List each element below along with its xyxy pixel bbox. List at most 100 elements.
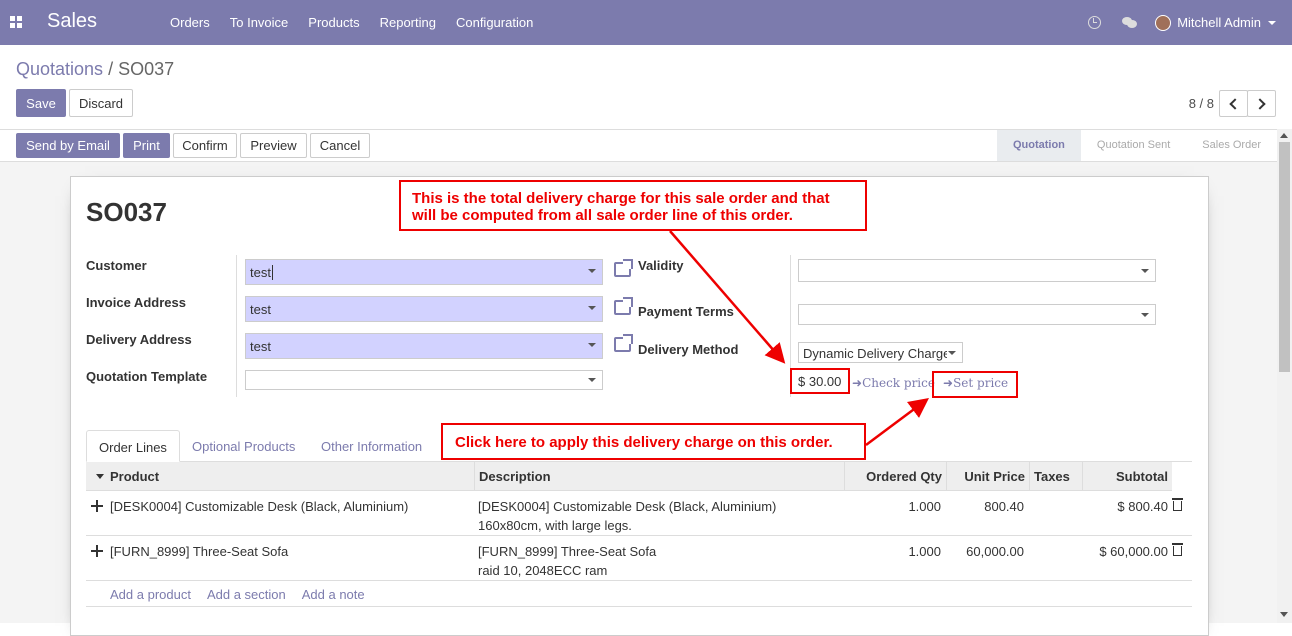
invoice-address-field[interactable]: test bbox=[245, 296, 603, 322]
row-description-extra: 160x80cm, with large legs. bbox=[478, 518, 632, 533]
dropdown-caret-icon bbox=[588, 343, 596, 347]
user-menu-caret-icon[interactable] bbox=[1268, 20, 1276, 25]
table-row[interactable]: [FURN_8999] Three-Seat Sofa [FURN_8999] … bbox=[86, 536, 1192, 581]
user-avatar[interactable] bbox=[1155, 14, 1172, 31]
send-by-email-button[interactable]: Send by Email bbox=[16, 133, 120, 158]
status-quotation[interactable]: Quotation bbox=[996, 130, 1081, 161]
scroll-up-arrow-icon[interactable] bbox=[1280, 133, 1288, 138]
divider bbox=[236, 255, 237, 397]
table-row[interactable]: [DESK0004] Customizable Desk (Black, Alu… bbox=[86, 491, 1192, 536]
menu-configuration[interactable]: Configuration bbox=[446, 15, 543, 30]
menu-to-invoice[interactable]: To Invoice bbox=[220, 15, 299, 30]
payment-terms-field[interactable] bbox=[798, 304, 1156, 325]
external-link-icon[interactable] bbox=[614, 297, 633, 315]
status-sales-order[interactable]: Sales Order bbox=[1186, 130, 1277, 161]
delivery-address-value: test bbox=[250, 339, 271, 354]
validity-field[interactable] bbox=[798, 259, 1156, 282]
tab-optional-products[interactable]: Optional Products bbox=[180, 430, 307, 462]
column-unit-price[interactable]: Unit Price bbox=[946, 462, 1029, 491]
delivery-price-value: $ 30.00 bbox=[790, 368, 850, 394]
add-note-link[interactable]: Add a note bbox=[302, 587, 365, 602]
breadcrumb-separator: / bbox=[108, 59, 114, 79]
activity-clock-icon[interactable] bbox=[1088, 16, 1102, 29]
delivery-address-label: Delivery Address bbox=[86, 332, 192, 347]
validity-label: Validity bbox=[638, 258, 684, 273]
add-links: Add a product Add a section Add a note bbox=[110, 587, 365, 602]
chevron-right-icon bbox=[1254, 97, 1266, 110]
breadcrumb-quotations[interactable]: Quotations bbox=[16, 59, 103, 79]
dropdown-caret-icon bbox=[948, 351, 956, 355]
preview-button[interactable]: Preview bbox=[240, 133, 307, 158]
row-description: [FURN_8999] Three-Seat Sofa bbox=[478, 544, 657, 559]
drag-handle-icon[interactable] bbox=[91, 545, 103, 557]
menu-reporting[interactable]: Reporting bbox=[370, 15, 446, 30]
messaging-chat-icon[interactable] bbox=[1122, 16, 1138, 29]
app-name: Sales bbox=[47, 10, 98, 32]
customer-field[interactable]: test bbox=[245, 259, 603, 285]
row-description-extra: raid 10, 2048ECC ram bbox=[478, 563, 608, 578]
scrollbar-thumb[interactable] bbox=[1279, 142, 1290, 372]
pager-value: 8 / 8 bbox=[1188, 96, 1214, 111]
delivery-method-label: Delivery Method bbox=[638, 342, 739, 357]
sort-caret-icon[interactable] bbox=[96, 474, 104, 479]
scroll-down-arrow-icon[interactable] bbox=[1280, 612, 1288, 617]
delivery-method-select[interactable]: Dynamic Delivery Charge bbox=[798, 342, 963, 363]
add-product-link[interactable]: Add a product bbox=[110, 587, 191, 602]
row-qty: 1.000 bbox=[908, 499, 941, 514]
invoice-address-value: test bbox=[250, 302, 271, 317]
discard-button[interactable]: Discard bbox=[69, 89, 133, 117]
user-name[interactable]: Mitchell Admin bbox=[1177, 15, 1261, 30]
dropdown-caret-icon bbox=[1141, 313, 1149, 317]
check-price-label: Check price bbox=[862, 376, 935, 390]
delete-trash-icon[interactable] bbox=[1172, 543, 1183, 556]
order-lines-header: Product Description Ordered Qty Unit Pri… bbox=[86, 462, 1172, 491]
column-taxes[interactable]: Taxes bbox=[1029, 462, 1082, 491]
breadcrumb: Quotations / SO037 bbox=[16, 59, 174, 80]
top-navbar: Sales Orders To Invoice Products Reporti… bbox=[0, 0, 1292, 45]
main-menu: Orders To Invoice Products Reporting Con… bbox=[160, 0, 543, 45]
confirm-button[interactable]: Confirm bbox=[173, 133, 237, 158]
menu-orders[interactable]: Orders bbox=[160, 15, 220, 30]
dropdown-caret-icon bbox=[588, 378, 596, 382]
column-product[interactable]: Product bbox=[106, 462, 163, 491]
pager-next-button[interactable] bbox=[1247, 90, 1276, 117]
cancel-button[interactable]: Cancel bbox=[310, 133, 370, 158]
dropdown-caret-icon bbox=[1141, 269, 1149, 273]
save-button[interactable]: Save bbox=[16, 89, 66, 117]
breadcrumb-current: SO037 bbox=[118, 59, 175, 79]
external-link-icon[interactable] bbox=[614, 334, 633, 352]
dropdown-caret-icon bbox=[588, 269, 596, 273]
row-unit-price: 800.40 bbox=[984, 499, 1024, 514]
external-link-icon[interactable] bbox=[614, 259, 633, 277]
status-quotation-sent[interactable]: Quotation Sent bbox=[1081, 130, 1186, 161]
apps-grid-icon[interactable] bbox=[10, 16, 22, 28]
chevron-left-icon bbox=[1229, 97, 1241, 110]
navbar-right: Mitchell Admin bbox=[1088, 0, 1292, 45]
print-button[interactable]: Print bbox=[123, 133, 170, 158]
row-product: [DESK0004] Customizable Desk (Black, Alu… bbox=[110, 499, 409, 514]
set-price-button[interactable]: ➜Set price bbox=[943, 376, 1008, 390]
dropdown-caret-icon bbox=[588, 306, 596, 310]
tab-other-information[interactable]: Other Information bbox=[309, 430, 434, 462]
row-product: [FURN_8999] Three-Seat Sofa bbox=[110, 544, 289, 559]
column-description[interactable]: Description bbox=[474, 462, 844, 491]
pager-previous-button[interactable] bbox=[1219, 90, 1248, 117]
row-subtotal: $ 800.40 bbox=[1117, 499, 1168, 514]
arrow-right-icon: ➜ bbox=[852, 376, 863, 390]
delivery-address-field[interactable]: test bbox=[245, 333, 603, 359]
delete-trash-icon[interactable] bbox=[1172, 498, 1183, 511]
check-price-button[interactable]: ➜Check price bbox=[852, 376, 935, 390]
row-subtotal: $ 60,000.00 bbox=[1099, 544, 1168, 559]
quotation-template-field[interactable] bbox=[245, 370, 603, 390]
delivery-method-value: Dynamic Delivery Charge bbox=[803, 346, 947, 361]
add-section-link[interactable]: Add a section bbox=[207, 587, 286, 602]
annotation-total-delivery: This is the total delivery charge for th… bbox=[399, 180, 867, 231]
drag-handle-icon[interactable] bbox=[91, 500, 103, 512]
column-ordered-qty[interactable]: Ordered Qty bbox=[844, 462, 946, 491]
column-subtotal[interactable]: Subtotal bbox=[1082, 462, 1172, 491]
row-qty: 1.000 bbox=[908, 544, 941, 559]
tab-order-lines[interactable]: Order Lines bbox=[86, 430, 180, 462]
row-description: [DESK0004] Customizable Desk (Black, Alu… bbox=[478, 499, 777, 514]
menu-products[interactable]: Products bbox=[298, 15, 369, 30]
row-unit-price: 60,000.00 bbox=[966, 544, 1024, 559]
